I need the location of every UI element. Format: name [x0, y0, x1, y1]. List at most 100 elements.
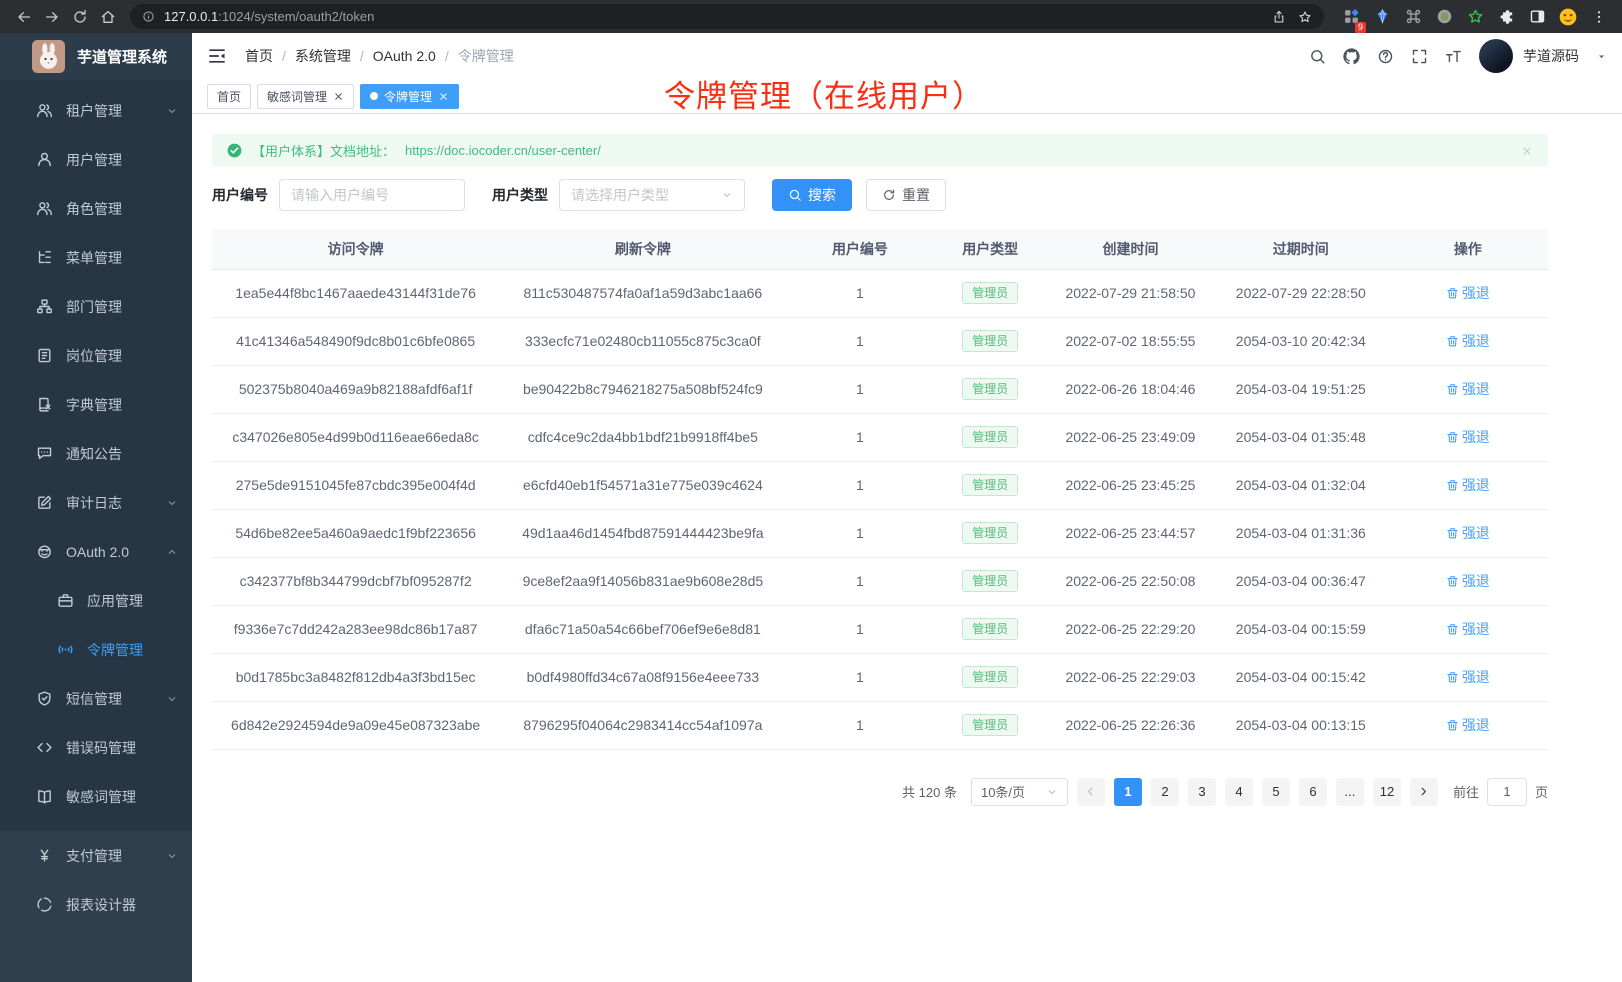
- page-button[interactable]: 12: [1373, 778, 1401, 806]
- sidebar-item[interactable]: 敏感词管理: [0, 772, 192, 821]
- force-logout-button[interactable]: 强退: [1446, 619, 1490, 639]
- force-logout-button[interactable]: 强退: [1446, 571, 1490, 591]
- fullscreen-icon[interactable]: [1411, 48, 1428, 65]
- breadcrumb-item[interactable]: OAuth 2.0 /: [373, 48, 458, 64]
- user-type-badge: 管理员: [962, 378, 1018, 400]
- reset-button[interactable]: 重置: [866, 179, 946, 211]
- trash-icon: [1446, 383, 1459, 396]
- actions-cell: 强退: [1388, 365, 1548, 413]
- user-type-select[interactable]: 请选择用户类型: [559, 179, 745, 211]
- chevron-icon: [166, 850, 178, 862]
- bookmark-star-icon[interactable]: [1298, 10, 1312, 24]
- page-button[interactable]: 1: [1114, 778, 1142, 806]
- user-id-cell: 1: [786, 413, 933, 461]
- sidebar-item[interactable]: 支付管理: [0, 831, 192, 880]
- sidebar-item[interactable]: 应用管理: [0, 576, 192, 625]
- sidebar-item-label: 短信管理: [66, 689, 166, 709]
- browser-forward-button[interactable]: [38, 3, 66, 31]
- user-menu-caret-icon[interactable]: [1596, 51, 1607, 62]
- page-tab[interactable]: 首页: [207, 84, 251, 109]
- force-logout-button[interactable]: 强退: [1446, 667, 1490, 687]
- sidebar-fold-icon[interactable]: [207, 46, 227, 66]
- column-header: 操作: [1388, 229, 1548, 269]
- breadcrumb-item[interactable]: 系统管理 /: [295, 46, 373, 66]
- browser-reload-button[interactable]: [66, 3, 94, 31]
- extensions-puzzle-icon[interactable]: [1493, 4, 1519, 30]
- breadcrumb-item[interactable]: 令牌管理: [458, 46, 532, 66]
- side-panel-icon[interactable]: [1524, 4, 1550, 30]
- extension-record-icon[interactable]: [1431, 4, 1457, 30]
- sidebar-item-icon: [36, 788, 53, 805]
- page-button[interactable]: ...: [1336, 778, 1364, 806]
- tab-close-icon[interactable]: [333, 91, 344, 102]
- page-button[interactable]: 2: [1151, 778, 1179, 806]
- force-logout-button[interactable]: 强退: [1446, 331, 1490, 351]
- share-icon[interactable]: [1272, 10, 1286, 24]
- user-avatar[interactable]: [1479, 39, 1513, 73]
- page-button[interactable]: 3: [1188, 778, 1216, 806]
- sidebar-item-label: 报表设计器: [66, 895, 166, 915]
- user-id-label: 用户编号: [212, 185, 268, 205]
- github-icon[interactable]: [1343, 48, 1360, 65]
- page-tab[interactable]: 令牌管理: [360, 84, 459, 109]
- browser-back-button[interactable]: [10, 3, 38, 31]
- trash-icon: [1446, 287, 1459, 300]
- page-size-select[interactable]: 10条/页: [971, 778, 1068, 806]
- extension-command-icon[interactable]: [1400, 4, 1426, 30]
- browser-menu-icon[interactable]: [1586, 4, 1612, 30]
- sidebar-item[interactable]: 租户管理: [0, 86, 192, 135]
- sidebar-item[interactable]: 部门管理: [0, 282, 192, 331]
- sidebar-item[interactable]: 错误码管理: [0, 723, 192, 772]
- extension-green-star-icon[interactable]: [1462, 4, 1488, 30]
- chevron-icon: [166, 693, 178, 705]
- force-logout-button[interactable]: 强退: [1446, 523, 1490, 543]
- prev-page-button[interactable]: [1077, 778, 1105, 806]
- sidebar-item[interactable]: 菜单管理: [0, 233, 192, 282]
- force-logout-button[interactable]: 强退: [1446, 283, 1490, 303]
- sidebar-item[interactable]: 审计日志: [0, 478, 192, 527]
- actions-cell: 强退: [1388, 653, 1548, 701]
- sidebar-item[interactable]: 令牌管理: [0, 625, 192, 674]
- user-type-badge: 管理员: [962, 714, 1018, 736]
- sidebar-item[interactable]: 岗位管理: [0, 331, 192, 380]
- force-logout-button[interactable]: 强退: [1446, 475, 1490, 495]
- page-button[interactable]: 4: [1225, 778, 1253, 806]
- site-info-icon[interactable]: [142, 10, 155, 23]
- help-icon[interactable]: [1377, 48, 1394, 65]
- chevron-icon: [166, 105, 178, 117]
- browser-profile-avatar[interactable]: [1555, 4, 1581, 30]
- font-size-icon[interactable]: [1445, 48, 1462, 65]
- address-bar[interactable]: 127.0.0.1:1024/system/oauth2/token: [130, 4, 1324, 29]
- search-button[interactable]: 搜索: [772, 179, 852, 211]
- trash-icon: [1446, 623, 1459, 636]
- url-text: 127.0.0.1:1024/system/oauth2/token: [164, 9, 1262, 24]
- force-logout-button[interactable]: 强退: [1446, 427, 1490, 447]
- sidebar-item[interactable]: OAuth 2.0: [0, 527, 192, 576]
- sidebar-item[interactable]: 短信管理: [0, 674, 192, 723]
- goto-page-input[interactable]: [1487, 778, 1527, 806]
- search-icon[interactable]: [1309, 48, 1326, 65]
- page-tab[interactable]: 敏感词管理: [257, 84, 354, 109]
- user-type-cell: 管理员: [933, 365, 1047, 413]
- token-table: 访问令牌刷新令牌用户编号用户类型创建时间过期时间操作 1ea5e44f8bc14…: [212, 229, 1548, 750]
- user-id-input[interactable]: [279, 179, 465, 211]
- extension-grid-icon[interactable]: 9: [1338, 4, 1364, 30]
- sidebar-item[interactable]: 通知公告: [0, 429, 192, 478]
- extension-gem-icon[interactable]: [1369, 4, 1395, 30]
- force-logout-button[interactable]: 强退: [1446, 715, 1490, 735]
- tab-close-icon[interactable]: [438, 91, 449, 102]
- doc-link[interactable]: https://doc.iocoder.cn/user-center/: [405, 143, 601, 158]
- expire-time-cell: 2022-07-29 22:28:50: [1214, 269, 1388, 317]
- page-button[interactable]: 5: [1262, 778, 1290, 806]
- sidebar-item[interactable]: 角色管理: [0, 184, 192, 233]
- alert-close-icon[interactable]: [1521, 145, 1533, 157]
- user-name[interactable]: 芋道源码: [1523, 46, 1579, 66]
- sidebar-item[interactable]: 字典管理: [0, 380, 192, 429]
- sidebar-item[interactable]: 用户管理: [0, 135, 192, 184]
- breadcrumb-item[interactable]: 首页 /: [245, 46, 295, 66]
- next-page-button[interactable]: [1410, 778, 1438, 806]
- browser-home-button[interactable]: [94, 3, 122, 31]
- sidebar-item[interactable]: 报表设计器: [0, 880, 192, 929]
- page-button[interactable]: 6: [1299, 778, 1327, 806]
- force-logout-button[interactable]: 强退: [1446, 379, 1490, 399]
